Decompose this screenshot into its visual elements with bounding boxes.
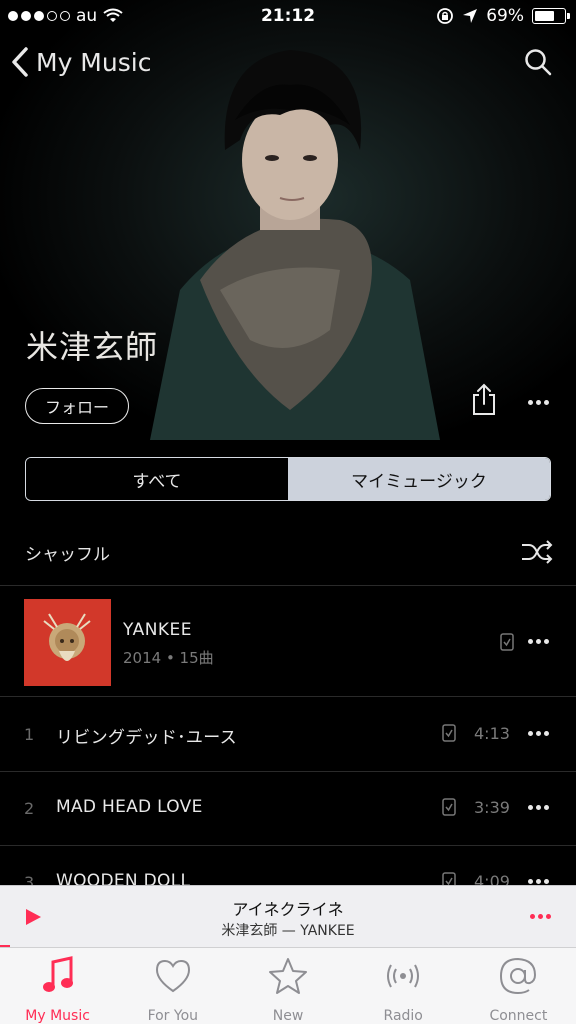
radio-waves-icon — [387, 964, 420, 988]
track-number: 1 — [24, 725, 35, 744]
downloaded-icon — [442, 724, 456, 742]
artist-more-button[interactable] — [528, 400, 549, 405]
mini-player[interactable]: アイネクライネ 米津玄師 — YANKEE — [0, 885, 576, 947]
tab-bar: My Music For You New Radio Connect — [0, 947, 576, 1024]
tab-new[interactable]: New — [230, 948, 345, 1024]
tab-for-you[interactable]: For You — [115, 948, 230, 1024]
share-icon — [473, 383, 495, 415]
battery-icon — [532, 8, 570, 24]
tab-my-music[interactable]: My Music — [0, 948, 115, 1024]
star-icon — [269, 958, 307, 994]
downloaded-icon — [442, 798, 456, 816]
artist-name: 米津玄師 — [26, 328, 159, 366]
library-filter-segmented: すべて マイミュージック — [25, 457, 551, 501]
track-row[interactable]: 2 MAD HEAD LOVE 3:39 — [0, 772, 576, 846]
album-row[interactable]: YANKEE 2014 • 15曲 — [0, 587, 576, 697]
track-number: 2 — [24, 799, 35, 818]
track-duration: 4:13 — [474, 724, 510, 743]
track-title: リビングデッド･ユース — [56, 728, 237, 748]
artist-photo — [150, 50, 440, 440]
track-row[interactable]: 1 リビングデッド･ユース 4:13 — [0, 698, 576, 772]
rotation-lock-icon — [437, 8, 454, 24]
location-icon — [463, 9, 478, 23]
chevron-left-icon — [12, 47, 28, 77]
track-title: MAD HEAD LOVE — [56, 797, 203, 817]
segment-all[interactable]: すべて — [26, 458, 288, 500]
tab-connect[interactable]: Connect — [461, 948, 576, 1024]
search-icon — [525, 49, 552, 76]
downloaded-icon — [500, 633, 514, 651]
more-icon — [530, 914, 551, 919]
more-icon — [528, 400, 549, 405]
tab-label: For You — [147, 1008, 199, 1024]
tab-label: Connect — [489, 1008, 548, 1024]
tab-radio[interactable]: Radio — [346, 948, 461, 1024]
now-playing-subtitle: 米津玄師 — YANKEE — [221, 923, 355, 939]
now-playing-title: アイネクライネ — [232, 900, 344, 919]
album-artwork — [24, 599, 111, 686]
music-note-icon — [42, 956, 73, 992]
status-bar: au 21:12 69% — [0, 0, 576, 34]
album-subtitle: 2014 • 15曲 — [123, 649, 214, 667]
at-sign-icon — [500, 957, 537, 995]
tab-label: My Music — [25, 1008, 90, 1024]
battery-percent: 69% — [486, 6, 524, 26]
more-icon — [528, 731, 549, 736]
back-button[interactable]: My Music — [10, 46, 151, 78]
more-icon — [528, 805, 549, 810]
heart-icon — [155, 959, 190, 993]
status-right: 69% — [436, 6, 570, 26]
more-icon — [528, 879, 549, 884]
more-icon — [528, 639, 549, 644]
track-more-button[interactable] — [528, 731, 549, 736]
now-playing-more-button[interactable] — [530, 914, 551, 919]
shuffle-label: シャッフル — [25, 545, 110, 565]
shuffle-icon — [522, 540, 553, 564]
back-label: My Music — [36, 47, 152, 77]
follow-button[interactable]: フォロー — [25, 388, 129, 424]
search-button[interactable] — [524, 48, 552, 80]
shuffle-row[interactable]: シャッフル — [0, 520, 576, 586]
track-more-button[interactable] — [528, 879, 549, 884]
track-duration: 3:39 — [474, 798, 510, 817]
segment-my-music[interactable]: マイミュージック — [288, 458, 550, 500]
album-more-button[interactable] — [528, 639, 549, 644]
album-title: YANKEE — [123, 620, 193, 640]
tab-label: Radio — [383, 1008, 423, 1024]
tab-label: New — [272, 1008, 304, 1024]
share-button[interactable] — [470, 382, 498, 420]
track-more-button[interactable] — [528, 805, 549, 810]
